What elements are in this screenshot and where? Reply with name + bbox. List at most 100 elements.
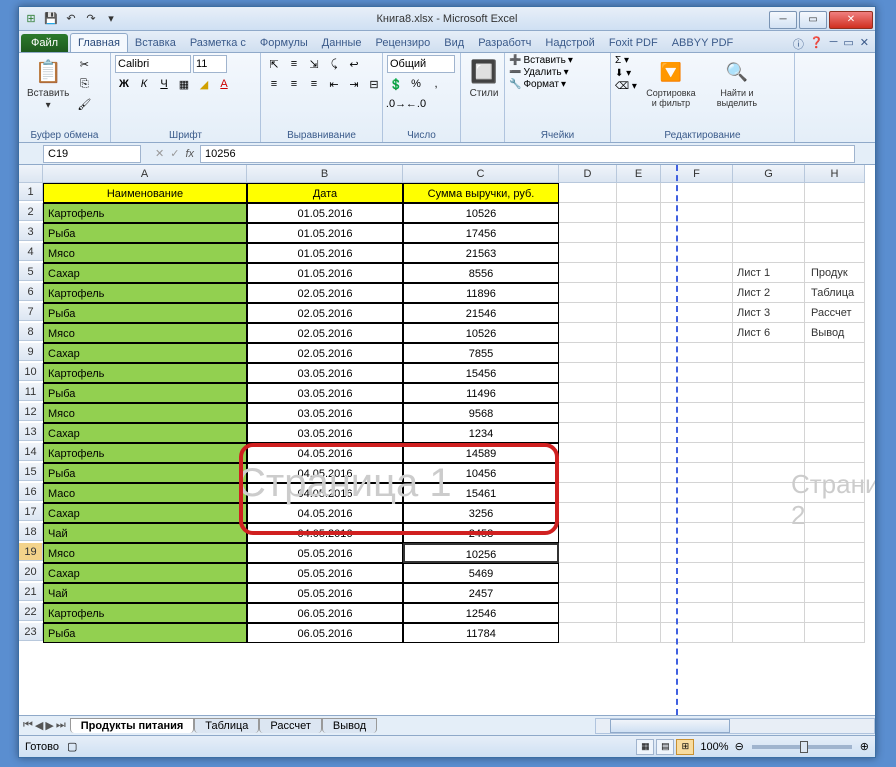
- fx-icon[interactable]: fx: [185, 148, 194, 160]
- empty-cell[interactable]: [733, 243, 805, 263]
- row-header-19[interactable]: 19: [19, 543, 43, 561]
- empty-cell[interactable]: [661, 363, 733, 383]
- cell-value[interactable]: 1234: [403, 423, 559, 443]
- cell-date[interactable]: 04.05.2016: [247, 463, 403, 483]
- empty-cell[interactable]: [617, 603, 661, 623]
- orientation-icon[interactable]: ⤹: [325, 55, 343, 73]
- empty-cell[interactable]: [661, 203, 733, 223]
- row-header-8[interactable]: 8: [19, 323, 43, 341]
- sheet-tab-0[interactable]: Продукты питания: [70, 718, 195, 733]
- empty-cell[interactable]: [733, 343, 805, 363]
- tab-data[interactable]: Данные: [315, 34, 369, 52]
- col-header-A[interactable]: A: [43, 165, 247, 183]
- wrap-text-icon[interactable]: ↩: [345, 55, 363, 73]
- empty-cell[interactable]: [559, 243, 617, 263]
- zoom-slider[interactable]: [752, 745, 852, 749]
- side-col-b[interactable]: Рассчет: [811, 303, 852, 323]
- empty-cell[interactable]: [559, 383, 617, 403]
- empty-cell[interactable]: [617, 543, 661, 563]
- cell-date[interactable]: 04.05.2016: [247, 523, 403, 543]
- empty-cell[interactable]: [661, 303, 733, 323]
- cell-date[interactable]: 02.05.2016: [247, 323, 403, 343]
- cell-name[interactable]: Картофель: [43, 443, 247, 463]
- format-painter-icon[interactable]: 🖌: [75, 95, 93, 113]
- empty-cell[interactable]: [805, 203, 865, 223]
- align-right-icon[interactable]: ≡: [305, 75, 323, 93]
- empty-cell[interactable]: [733, 363, 805, 383]
- zoom-out-icon[interactable]: ⊖: [735, 740, 744, 753]
- empty-cell[interactable]: [559, 483, 617, 503]
- empty-cell[interactable]: [733, 403, 805, 423]
- header-sum[interactable]: Сумма выручки, руб.: [403, 183, 559, 203]
- empty-cell[interactable]: [733, 563, 805, 583]
- empty-cell[interactable]: [617, 403, 661, 423]
- bold-icon[interactable]: Ж: [115, 75, 133, 93]
- cell-name[interactable]: Чай: [43, 523, 247, 543]
- indent-dec-icon[interactable]: ⇤: [325, 75, 343, 93]
- cell-name[interactable]: Рыба: [43, 463, 247, 483]
- cell-date[interactable]: 01.05.2016: [247, 263, 403, 283]
- sheet-tab-1[interactable]: Таблица: [194, 718, 259, 733]
- italic-icon[interactable]: К: [135, 75, 153, 93]
- empty-cell[interactable]: [805, 483, 865, 503]
- empty-cell[interactable]: [617, 443, 661, 463]
- tab-foxit[interactable]: Foxit PDF: [602, 34, 665, 52]
- cell-name[interactable]: Рыба: [43, 303, 247, 323]
- cell-value[interactable]: 10456: [403, 463, 559, 483]
- empty-cell[interactable]: [733, 443, 805, 463]
- cell-date[interactable]: 03.05.2016: [247, 423, 403, 443]
- select-all[interactable]: [19, 165, 43, 183]
- cell-name[interactable]: Картофель: [43, 203, 247, 223]
- sheet-tab-3[interactable]: Вывод: [322, 718, 377, 733]
- empty-cell[interactable]: [559, 203, 617, 223]
- file-tab[interactable]: Файл: [21, 34, 68, 52]
- horizontal-scrollbar[interactable]: [595, 718, 875, 734]
- empty-cell[interactable]: [805, 183, 865, 203]
- cell-name[interactable]: Сахар: [43, 423, 247, 443]
- empty-cell[interactable]: [733, 183, 805, 203]
- row-header-22[interactable]: 22: [19, 603, 43, 621]
- empty-cell[interactable]: [617, 583, 661, 603]
- empty-cell[interactable]: [661, 243, 733, 263]
- comma-icon[interactable]: ,: [427, 75, 445, 93]
- empty-cell[interactable]: [617, 563, 661, 583]
- side-col-b[interactable]: Вывод: [811, 323, 844, 343]
- side-col-b[interactable]: Таблица: [811, 283, 854, 303]
- cell-date[interactable]: 02.05.2016: [247, 303, 403, 323]
- empty-cell[interactable]: [559, 183, 617, 203]
- cell-value[interactable]: 2458: [403, 523, 559, 543]
- empty-cell[interactable]: [559, 403, 617, 423]
- fill-icon[interactable]: ⬇ ▾: [615, 68, 637, 79]
- macro-record-icon[interactable]: ▢: [67, 740, 77, 753]
- empty-cell[interactable]: [733, 483, 805, 503]
- empty-cell[interactable]: [617, 183, 661, 203]
- empty-cell[interactable]: [559, 623, 617, 643]
- cell-date[interactable]: 06.05.2016: [247, 623, 403, 643]
- empty-cell[interactable]: [617, 503, 661, 523]
- clear-icon[interactable]: ⌫ ▾: [615, 81, 637, 92]
- cell-value[interactable]: 11896: [403, 283, 559, 303]
- col-header-G[interactable]: G: [733, 165, 805, 183]
- side-col-b[interactable]: Продук: [811, 263, 848, 283]
- empty-cell[interactable]: [733, 423, 805, 443]
- row-header-5[interactable]: 5: [19, 263, 43, 281]
- col-header-D[interactable]: D: [559, 165, 617, 183]
- empty-cell[interactable]: [617, 363, 661, 383]
- empty-cell[interactable]: [805, 383, 865, 403]
- align-middle-icon[interactable]: ≡: [285, 55, 303, 73]
- align-center-icon[interactable]: ≡: [285, 75, 303, 93]
- styles-button[interactable]: 🔲 Стили: [465, 55, 503, 101]
- empty-cell[interactable]: [617, 243, 661, 263]
- row-header-4[interactable]: 4: [19, 243, 43, 261]
- empty-cell[interactable]: [805, 523, 865, 543]
- worksheet[interactable]: ABCDEFGH1НаименованиеДатаСумма выручки, …: [19, 165, 875, 715]
- empty-cell[interactable]: [617, 423, 661, 443]
- copy-icon[interactable]: ⎘: [75, 75, 93, 93]
- cell-name[interactable]: Мясо: [43, 543, 247, 563]
- empty-cell[interactable]: [661, 283, 733, 303]
- cell-date[interactable]: 04.05.2016: [247, 443, 403, 463]
- row-header-2[interactable]: 2: [19, 203, 43, 221]
- empty-cell[interactable]: [559, 283, 617, 303]
- row-header-21[interactable]: 21: [19, 583, 43, 601]
- empty-cell[interactable]: [733, 583, 805, 603]
